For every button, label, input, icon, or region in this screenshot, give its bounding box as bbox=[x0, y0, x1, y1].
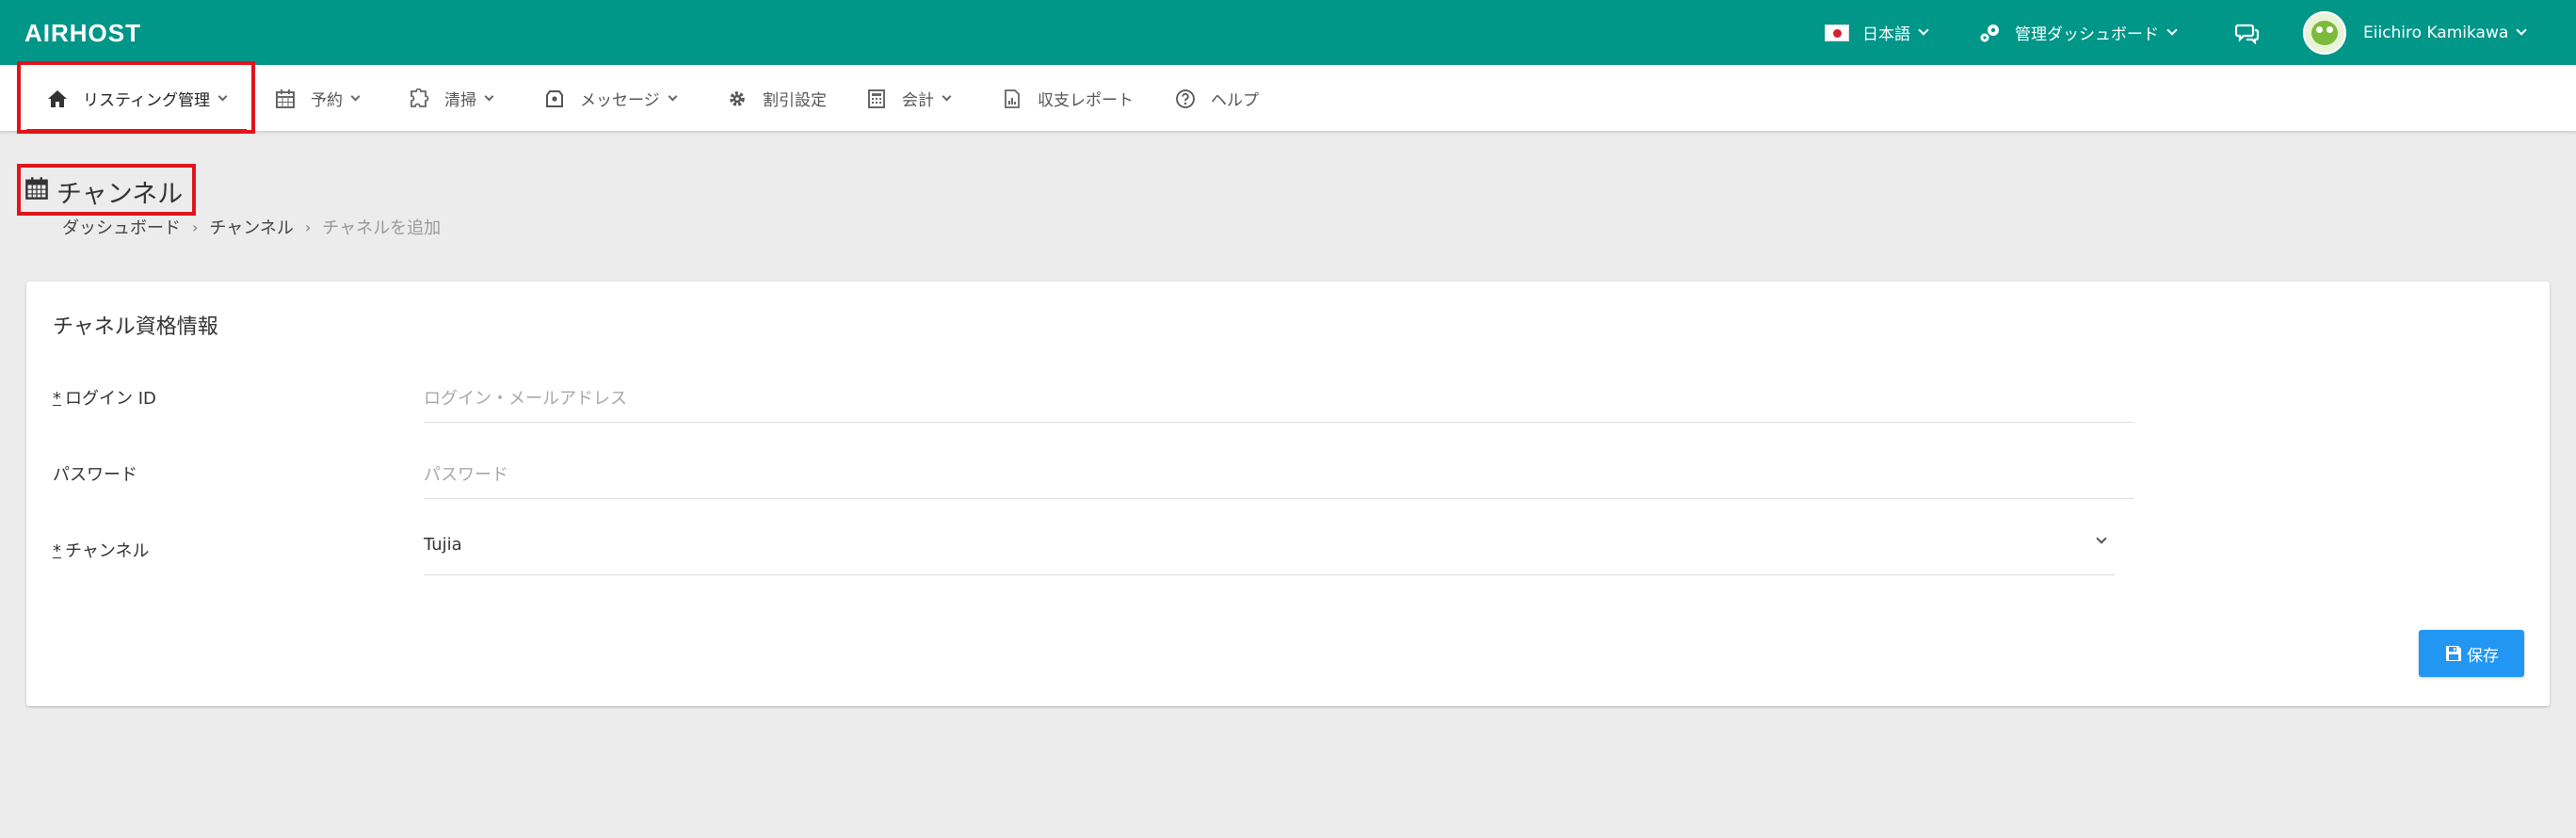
card-title: チャネル資格情報 bbox=[53, 315, 218, 339]
channel-select-value: Tujia bbox=[424, 535, 462, 555]
gears-icon bbox=[1979, 23, 2002, 43]
breadcrumb: ダッシュボード › チャンネル › チャネルを追加 bbox=[62, 213, 441, 241]
highlight-box-nav bbox=[17, 61, 255, 134]
required-mark: * bbox=[53, 541, 61, 561]
chevron-down-icon bbox=[2166, 24, 2178, 36]
chat-button[interactable] bbox=[2235, 0, 2260, 65]
channel-select[interactable]: Tujia bbox=[424, 528, 2115, 575]
chevron-down-icon bbox=[2516, 24, 2527, 36]
page-title-text: チャンネル bbox=[56, 179, 184, 209]
channel-label: * チャンネル bbox=[53, 541, 150, 561]
puzzle-icon bbox=[409, 88, 429, 109]
nav-item-label: 清掃 bbox=[444, 91, 476, 110]
floppy-disk-icon bbox=[2446, 646, 2461, 661]
save-button[interactable]: 保存 bbox=[2419, 630, 2524, 677]
login-id-label: * ログイン ID bbox=[53, 389, 156, 409]
admin-dashboard-menu[interactable]: 管理ダッシュボード bbox=[1979, 0, 2178, 65]
calendar-icon bbox=[24, 176, 49, 207]
main-nav: リスティング管理 予約 清掃 メッセージ 割引設定 会計 収支レポート ヘルプ bbox=[0, 65, 2576, 132]
japan-flag-icon bbox=[1825, 24, 1849, 41]
password-input[interactable] bbox=[424, 452, 2133, 497]
login-id-input[interactable] bbox=[424, 376, 2133, 421]
admin-dashboard-label: 管理ダッシュボード bbox=[2015, 25, 2159, 44]
chevron-down-icon bbox=[668, 91, 678, 101]
chevron-down-icon bbox=[350, 91, 361, 101]
user-menu[interactable]: Eiichiro Kamikawa bbox=[2303, 0, 2527, 65]
chat-bubbles-icon bbox=[2235, 22, 2260, 44]
save-button-label: 保存 bbox=[2467, 646, 2499, 666]
channel-credentials-card: チャネル資格情報 *ログイン ID パスワード *チャンネル Tujia 保存 bbox=[26, 282, 2550, 706]
message-bag-icon bbox=[544, 89, 565, 109]
nav-item-help[interactable]: ヘルプ bbox=[1175, 65, 1259, 132]
calendar-icon bbox=[275, 89, 296, 109]
chevron-down-icon bbox=[942, 91, 952, 101]
channel-row: * チャンネル Tujia bbox=[53, 528, 2133, 575]
nav-item-label: 予約 bbox=[311, 91, 343, 110]
chevron-down-icon bbox=[484, 91, 494, 101]
nav-item-label: ヘルプ bbox=[1211, 91, 1259, 110]
password-row: パスワード bbox=[53, 452, 2133, 499]
breadcrumb-channel[interactable]: チャンネル bbox=[209, 215, 293, 239]
gear-icon bbox=[727, 89, 748, 109]
nav-item-discount-settings[interactable]: 割引設定 bbox=[727, 65, 827, 132]
nav-item-label: メッセージ bbox=[580, 91, 660, 110]
help-icon bbox=[1175, 89, 1196, 109]
nav-item-cleaning[interactable]: 清掃 bbox=[409, 65, 494, 132]
password-field-wrapper bbox=[424, 452, 2133, 499]
language-selector[interactable]: 日本語 bbox=[1825, 0, 1929, 65]
breadcrumb-dashboard[interactable]: ダッシュボード bbox=[62, 215, 181, 239]
nav-item-messages[interactable]: メッセージ bbox=[544, 65, 678, 132]
airhost-logo[interactable]: AIRHOST bbox=[24, 19, 141, 48]
calculator-icon bbox=[866, 89, 887, 109]
nav-item-label: 会計 bbox=[902, 91, 934, 110]
user-name: Eiichiro Kamikawa bbox=[2363, 23, 2509, 42]
nav-item-accounting[interactable]: 会計 bbox=[866, 65, 952, 132]
top-bar: AIRHOST 日本語 管理ダッシュボード Eiichiro Kamikawa bbox=[0, 0, 2576, 65]
login-id-field-wrapper bbox=[424, 376, 2133, 423]
nav-item-reservations[interactable]: 予約 bbox=[275, 65, 361, 132]
language-label: 日本語 bbox=[1862, 25, 1910, 44]
breadcrumb-separator: › bbox=[192, 218, 199, 236]
nav-item-label: 収支レポート bbox=[1038, 91, 1134, 110]
breadcrumb-current: チャネルを追加 bbox=[322, 218, 442, 238]
avatar bbox=[2303, 10, 2346, 55]
nav-item-income-report[interactable]: 収支レポート bbox=[1002, 65, 1134, 132]
page-title: チャンネル bbox=[24, 168, 183, 215]
chevron-down-icon bbox=[1918, 24, 1929, 36]
breadcrumb-separator: › bbox=[304, 218, 312, 236]
required-mark: * bbox=[53, 389, 61, 409]
login-id-row: * ログイン ID bbox=[53, 376, 2133, 423]
nav-item-label: 割引設定 bbox=[763, 91, 827, 110]
report-icon bbox=[1002, 89, 1022, 109]
password-label: パスワード bbox=[53, 465, 137, 485]
